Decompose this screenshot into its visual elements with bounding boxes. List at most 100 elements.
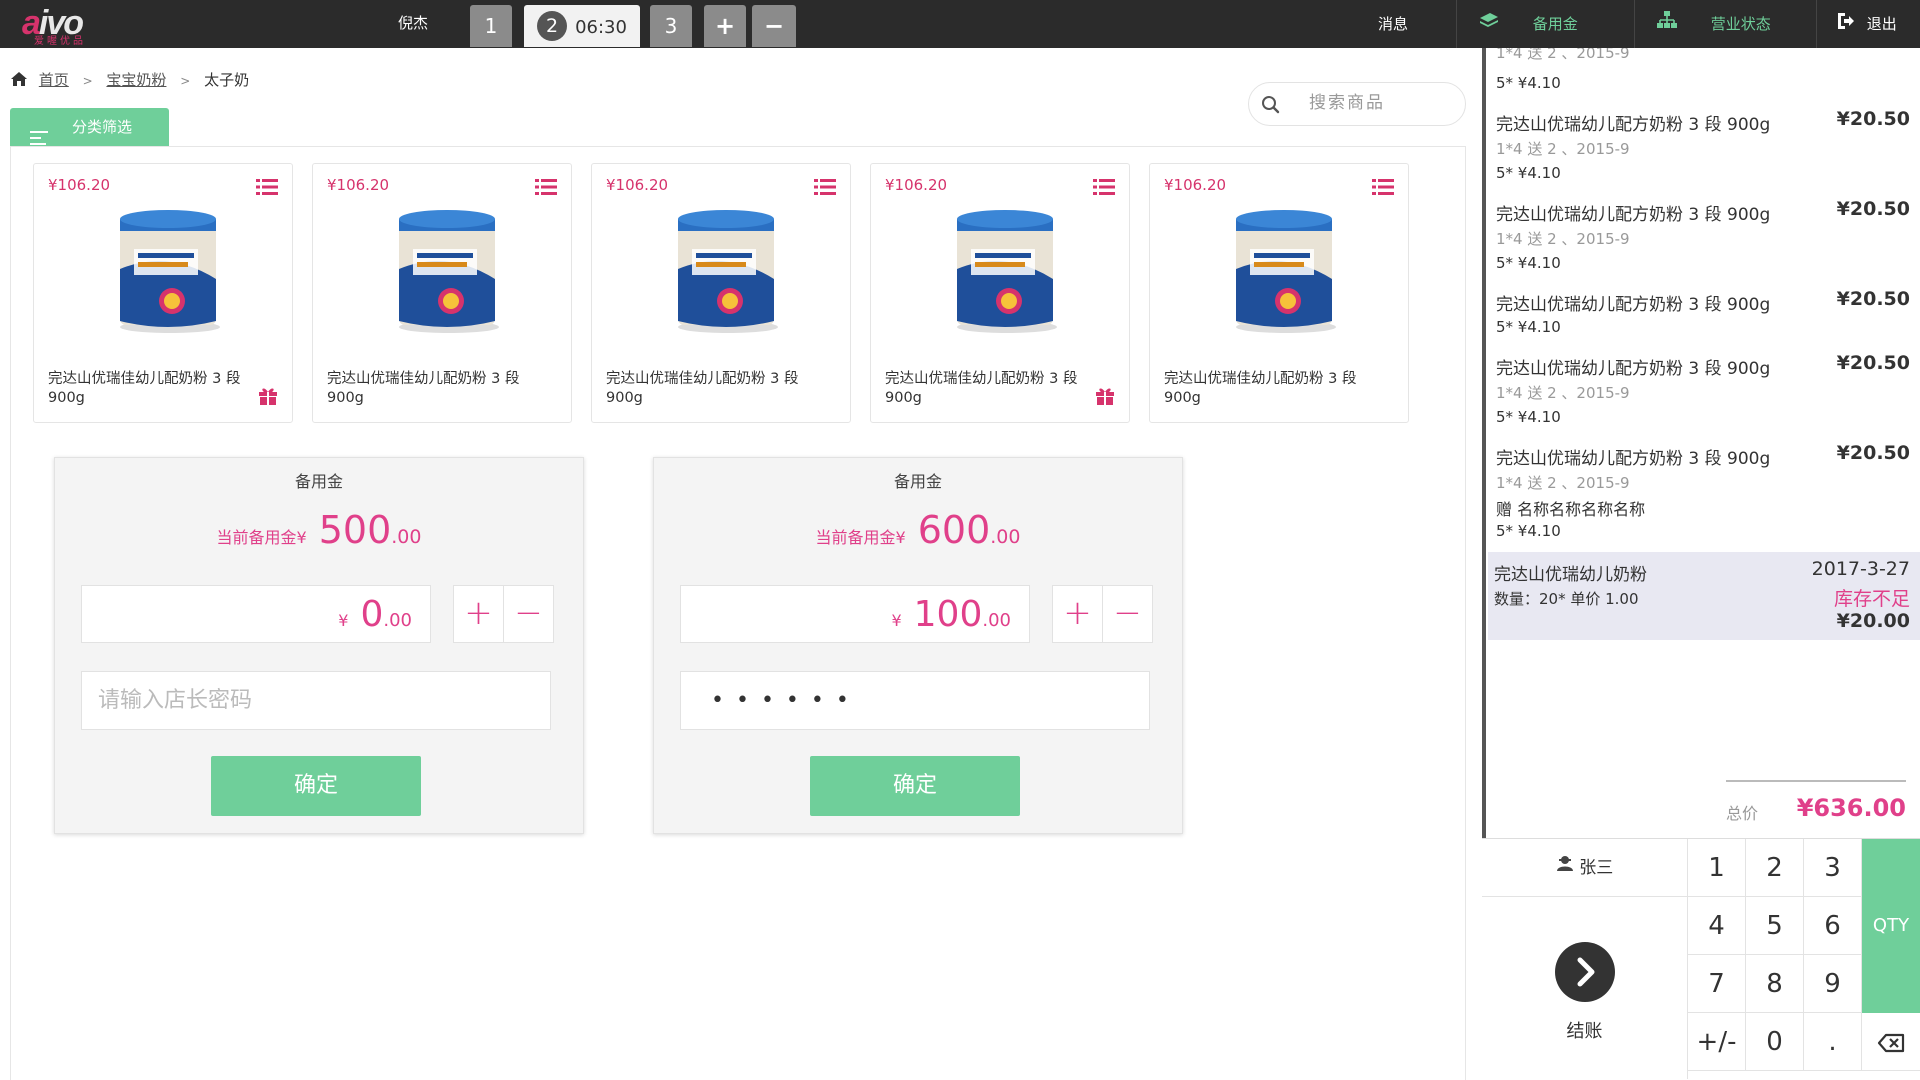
list-icon[interactable] xyxy=(814,178,836,200)
current-fund-int: 600 xyxy=(917,508,991,552)
gift-icon xyxy=(1095,386,1115,410)
order-item[interactable]: 1*4 送 2 、2015-9 5* ¥4.10 xyxy=(1486,48,1920,98)
product-price: ¥106.20 xyxy=(327,176,390,194)
divider xyxy=(1816,0,1817,48)
list-icon[interactable] xyxy=(535,178,557,200)
keypad-key[interactable]: 8 xyxy=(1746,955,1804,1013)
checkout-button[interactable]: 结账 xyxy=(1482,897,1688,1079)
product-name: 完达山优瑞佳幼儿配奶粉 3 段 900g xyxy=(1164,371,1357,406)
keypad-key[interactable]: +/- xyxy=(1688,1013,1746,1071)
currency-symbol: ¥ xyxy=(891,611,902,630)
order-gift: 赠 名称名称名称名称 xyxy=(1496,500,1646,519)
logout-button[interactable]: 退出 xyxy=(1836,0,1916,48)
checkout-label: 结账 xyxy=(1566,1021,1603,1042)
breadcrumb-sep: > xyxy=(180,74,191,88)
category-filter-button[interactable]: 分类筛选 xyxy=(10,108,169,146)
tab-1[interactable]: 1 xyxy=(470,5,512,47)
order-item[interactable]: 完达山优瑞幼儿配方奶粉 3 段 900g ¥20.50 5* ¥4.10 xyxy=(1486,286,1920,350)
search-input[interactable] xyxy=(1309,93,1449,113)
breadcrumb-home[interactable]: 首页 xyxy=(39,71,69,89)
messages-button[interactable]: 消息 xyxy=(1378,0,1408,48)
logout-icon xyxy=(1836,1,1856,49)
home-icon[interactable] xyxy=(10,70,28,88)
keypad-key[interactable]: 5 xyxy=(1746,897,1804,955)
total-divider xyxy=(1726,780,1906,782)
product-card[interactable]: ¥106.20 完达山优瑞佳幼儿配奶粉 3 段 900g xyxy=(1149,163,1409,423)
confirm-button[interactable]: 确定 xyxy=(810,756,1020,816)
order-name: 完达山优瑞幼儿配方奶粉 3 段 900g xyxy=(1496,359,1771,379)
order-price: ¥20.50 xyxy=(1836,352,1910,374)
add-tab-button[interactable]: + xyxy=(704,5,746,47)
tab-3[interactable]: 3 xyxy=(650,5,692,47)
search-icon[interactable] xyxy=(1261,95,1281,119)
order-price: ¥20.50 xyxy=(1836,108,1910,130)
current-fund-label: 当前备用金¥ xyxy=(216,528,307,547)
keypad-key[interactable]: . xyxy=(1804,1013,1862,1071)
keypad-key[interactable]: 6 xyxy=(1804,897,1862,955)
manager-password-field[interactable]: •••••• xyxy=(680,671,1150,730)
product-name: 完达山优瑞佳幼儿配奶粉 3 段 900g xyxy=(48,371,241,406)
decrement-button[interactable]: − xyxy=(503,585,554,643)
product-card[interactable]: ¥106.20 完达山优瑞佳幼儿配奶粉 3 段 900g xyxy=(312,163,572,423)
order-qty: 5* ¥4.10 xyxy=(1496,254,1561,272)
amount-int: 100 xyxy=(913,594,983,635)
total-label: 总价 xyxy=(1726,804,1759,823)
customer-button[interactable]: 张三 xyxy=(1482,839,1688,897)
search-box[interactable] xyxy=(1248,82,1466,126)
amount-input[interactable]: ¥100.00 xyxy=(680,585,1030,643)
order-meta: 1*4 送 2 、2015-9 xyxy=(1496,384,1630,402)
current-fund-int: 500 xyxy=(318,508,392,552)
chevron-right-icon xyxy=(1555,942,1615,1002)
keypad-key[interactable]: 1 xyxy=(1688,839,1746,897)
keypad-key[interactable]: 3 xyxy=(1804,839,1862,897)
business-status-button[interactable]: 营业状态 xyxy=(1656,0,1816,48)
divider xyxy=(1456,0,1457,48)
keypad-key[interactable]: 0 xyxy=(1746,1013,1804,1071)
order-qty: 5* ¥4.10 xyxy=(1496,408,1561,426)
manager-password-field[interactable]: 请输入店长密码 xyxy=(81,671,551,730)
order-price: ¥20.50 xyxy=(1836,442,1910,464)
order-meta: 1*4 送 2 、2015-9 xyxy=(1496,48,1630,62)
cash-stack-icon xyxy=(1478,1,1500,49)
product-card[interactable]: ¥106.20 完达山优瑞佳幼儿配奶粉 3 段 900g xyxy=(870,163,1130,423)
keypad: 张三 结账 1 2 3 4 5 6 7 8 9 +/- 0. QTY xyxy=(1482,838,1920,1080)
keypad-key[interactable]: 4 xyxy=(1688,897,1746,955)
order-list[interactable]: 1*4 送 2 、2015-9 5* ¥4.10 完达山优瑞幼儿配方奶粉 3 段… xyxy=(1482,48,1920,838)
increment-button[interactable]: + xyxy=(1052,585,1103,643)
milk-powder-can-image xyxy=(949,209,1059,333)
order-item[interactable]: 完达山优瑞幼儿配方奶粉 3 段 900g ¥20.50 1*4 送 2 、201… xyxy=(1486,106,1920,196)
form-title: 备用金 xyxy=(294,472,343,491)
order-item-selected[interactable]: 完达山优瑞幼儿奶粉 2017-3-27 数量：20* 单价 1.00 库存不足 … xyxy=(1488,552,1920,640)
qty-button[interactable]: QTY xyxy=(1862,839,1920,1013)
cashier-name: 倪杰 xyxy=(398,14,429,32)
keypad-key[interactable]: 9 xyxy=(1804,955,1862,1013)
increment-button[interactable]: + xyxy=(453,585,504,643)
tab-label: 3 xyxy=(664,14,678,38)
keypad-key[interactable]: 7 xyxy=(1688,955,1746,1013)
list-icon[interactable] xyxy=(1093,178,1115,200)
backspace-button[interactable] xyxy=(1862,1013,1920,1071)
order-item[interactable]: 完达山优瑞幼儿配方奶粉 3 段 900g ¥20.50 1*4 送 2 、201… xyxy=(1486,196,1920,286)
decrement-button[interactable]: − xyxy=(1102,585,1153,643)
product-card[interactable]: ¥106.20 完达山优瑞佳幼儿配奶粉 3 段 900g xyxy=(591,163,851,423)
milk-powder-can-image xyxy=(1228,209,1338,333)
product-card[interactable]: ¥106.20 完达山优瑞佳幼儿配奶粉 3 段 900g xyxy=(33,163,293,423)
breadcrumb-sep: > xyxy=(82,74,93,88)
order-name: 完达山优瑞幼儿配方奶粉 3 段 900g xyxy=(1496,205,1771,225)
order-item[interactable]: 完达山优瑞幼儿配方奶粉 3 段 900g ¥20.50 1*4 送 2 、201… xyxy=(1486,350,1920,440)
keypad-key[interactable]: 2 xyxy=(1746,839,1804,897)
breadcrumb-category[interactable]: 宝宝奶粉 xyxy=(106,71,166,89)
list-icon[interactable] xyxy=(1372,178,1394,200)
logo: aivo 爱喔优品 xyxy=(22,6,94,47)
confirm-button[interactable]: 确定 xyxy=(211,756,421,816)
order-item[interactable]: 完达山优瑞幼儿配方奶粉 3 段 900g ¥20.50 1*4 送 2 、201… xyxy=(1486,440,1920,550)
tab-2[interactable]: 2 06:30 xyxy=(524,5,640,47)
petty-cash-button[interactable]: 备用金 xyxy=(1478,0,1628,48)
remove-tab-button[interactable]: − xyxy=(752,5,796,47)
tab-label: 1 xyxy=(484,14,498,38)
petty-cash-form-1: 备用金 当前备用金¥ 500.00 ¥0.00 + − 请输入店长密码 确定 xyxy=(54,457,584,834)
list-icon[interactable] xyxy=(256,178,278,200)
breadcrumb-current: 太子奶 xyxy=(204,71,250,89)
milk-powder-can-image xyxy=(112,209,222,333)
amount-input[interactable]: ¥0.00 xyxy=(81,585,431,643)
